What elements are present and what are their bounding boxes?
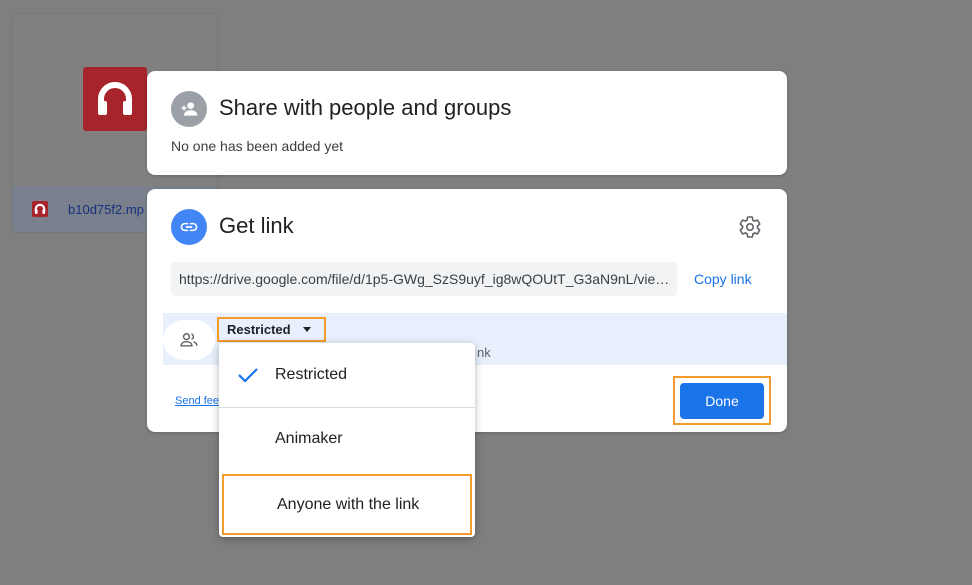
menu-item-label: Anyone with the link: [277, 495, 420, 513]
share-title: Share with people and groups: [219, 95, 512, 120]
file-name[interactable]: b10d75f2.mp: [68, 202, 144, 217]
headphones-icon: [32, 201, 48, 217]
link-icon: [171, 209, 207, 245]
menu-item-label: Animaker: [275, 430, 343, 447]
link-url-field[interactable]: https://drive.google.com/file/d/1p5-GWg_…: [171, 262, 677, 296]
gear-icon[interactable]: [738, 215, 762, 239]
get-link-title: Get link: [219, 213, 294, 238]
menu-divider: [219, 407, 475, 408]
access-avatar: [163, 320, 215, 360]
person-add-icon: [171, 91, 207, 127]
share-people-card[interactable]: Share with people and groups No one has …: [147, 71, 787, 175]
check-icon: [237, 366, 259, 389]
general-access-menu: Restricted Animaker Anyone with the link: [219, 343, 475, 537]
copy-link-button[interactable]: Copy link: [694, 271, 752, 287]
caret-down-icon: [302, 327, 311, 332]
menu-item-animaker[interactable]: Animaker: [219, 409, 475, 469]
menu-item-restricted[interactable]: Restricted: [219, 345, 475, 405]
headphones-icon: [83, 67, 147, 131]
menu-item-anyone-with-link[interactable]: Anyone with the link: [222, 474, 472, 535]
access-description: nk: [477, 345, 491, 360]
general-access-value: Restricted: [227, 322, 291, 337]
share-subtitle: No one has been added yet: [171, 138, 344, 154]
done-button[interactable]: Done: [680, 383, 764, 419]
people-icon: [172, 323, 206, 357]
menu-item-label: Restricted: [275, 366, 348, 383]
general-access-dropdown[interactable]: Restricted: [217, 317, 326, 342]
